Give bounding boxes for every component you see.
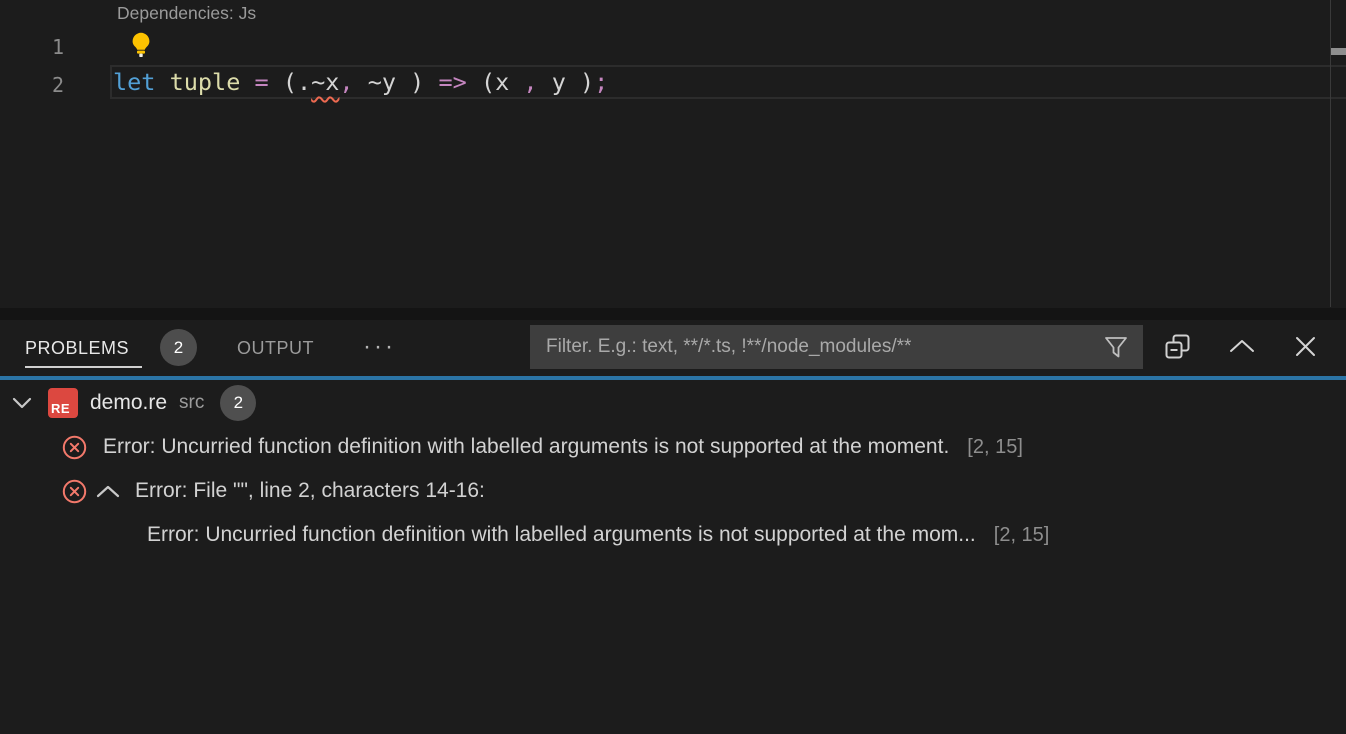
panel-header: PROBLEMS 2 OUTPUT ···	[0, 320, 1346, 377]
problems-count-badge: 2	[160, 329, 197, 366]
file-row[interactable]: RE demo.re src 2	[0, 381, 1346, 425]
code-token: =>	[438, 68, 466, 96]
overview-ruler-cursor-marker	[1331, 48, 1346, 55]
chevron-up-icon[interactable]	[96, 485, 120, 498]
tab-output[interactable]: OUTPUT	[237, 320, 314, 377]
code-token: ,	[339, 68, 353, 96]
line-number-2: 2	[0, 73, 64, 97]
code-token	[354, 68, 368, 96]
panel-focus-border	[0, 376, 1346, 380]
code-token: (.	[283, 68, 311, 96]
tab-problems[interactable]: PROBLEMS	[25, 320, 129, 377]
active-tab-underline	[25, 366, 142, 368]
code-token	[155, 68, 169, 96]
problem-message: Error: Uncurried function definition wit…	[147, 523, 976, 547]
close-panel-button[interactable]	[1289, 320, 1321, 377]
code-token: tuple	[170, 68, 241, 96]
problem-location: [2, 15]	[967, 436, 1023, 459]
reason-file-icon: RE	[48, 388, 78, 418]
collapse-all-button[interactable]	[1161, 320, 1193, 377]
codelens-link[interactable]: Dependencies: Js	[117, 3, 256, 24]
scrollbar-divider	[1330, 0, 1331, 307]
error-icon	[62, 479, 87, 504]
file-path: src	[179, 392, 204, 414]
code-line-content[interactable]: let tuple = (.~x, ~y ) => (x , y );	[113, 65, 608, 99]
problem-row-1[interactable]: Error: Uncurried function definition wit…	[0, 425, 1346, 469]
code-editor[interactable]: Dependencies: Js 1 2 let tuple = (.~x, ~…	[0, 0, 1346, 307]
filter-funnel-icon[interactable]	[1103, 334, 1129, 360]
collapse-all-icon	[1164, 333, 1191, 365]
reason-file-icon-label: RE	[51, 401, 70, 416]
problem-location: [2, 15]	[994, 524, 1050, 547]
chevron-up-icon	[1229, 339, 1255, 358]
vscode-window: Dependencies: Js 1 2 let tuple = (.~x, ~…	[0, 0, 1346, 734]
problems-list: RE demo.re src 2 Error: Uncurried functi…	[0, 381, 1346, 557]
code-token	[269, 68, 283, 96]
problem-row-2[interactable]: Error: File "", line 2, characters 14-16…	[0, 469, 1346, 513]
code-token: ~y )	[368, 68, 425, 96]
code-token: y )	[538, 68, 595, 96]
error-icon	[62, 435, 87, 460]
problem-message: Error: Uncurried function definition wit…	[103, 435, 949, 459]
code-token: =	[255, 68, 269, 96]
code-token-error: ~x	[311, 68, 339, 96]
code-token: (x	[481, 68, 523, 96]
code-token	[240, 68, 254, 96]
code-token	[424, 68, 438, 96]
tab-output-label: OUTPUT	[237, 338, 314, 358]
lightbulb-icon[interactable]	[130, 32, 152, 58]
code-token	[467, 68, 481, 96]
chevron-down-icon[interactable]	[12, 396, 32, 410]
close-icon	[1294, 335, 1317, 363]
panel-top-shadow	[0, 308, 1346, 320]
file-problem-count-badge: 2	[220, 385, 256, 421]
code-token: let	[113, 68, 155, 96]
maximize-panel-button[interactable]	[1226, 320, 1258, 377]
filter-input[interactable]	[544, 335, 1095, 359]
line-number-1: 1	[0, 35, 64, 59]
code-token: ,	[523, 68, 537, 96]
problem-message: Error: File "", line 2, characters 14-16…	[135, 479, 485, 503]
filter-box	[530, 325, 1143, 369]
code-token: ;	[594, 68, 608, 96]
more-actions-icon[interactable]: ···	[363, 320, 396, 377]
file-name: demo.re	[90, 391, 167, 415]
problem-row-2-continuation[interactable]: Error: Uncurried function definition wit…	[0, 513, 1346, 557]
tab-problems-label: PROBLEMS	[25, 338, 129, 358]
